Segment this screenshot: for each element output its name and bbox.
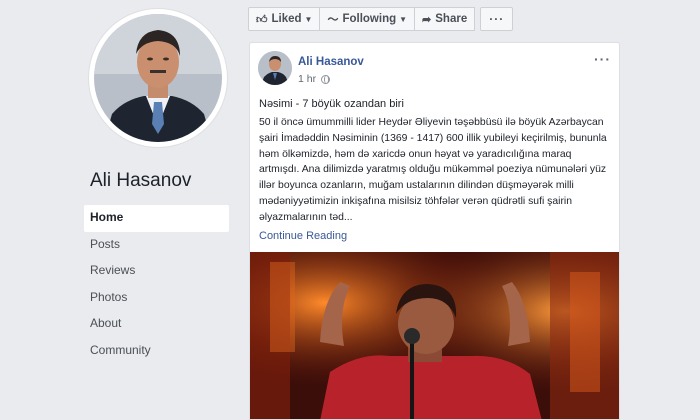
post-image[interactable] (250, 252, 619, 419)
rss-icon: 〜 (327, 14, 339, 26)
liked-button[interactable]: 👍︎ Liked ▼ (248, 7, 321, 31)
page-action-toolbar: 👍︎ Liked ▼ 〜 Following ▼ ➦ Share ··· (248, 7, 514, 31)
post-author-avatar[interactable] (258, 51, 292, 85)
post-card: Ali Hasanov 1 hr ··· Nəsimi - 7 böyük oz… (249, 42, 620, 420)
post-body-text: 50 il öncə ümummilli lider Heydər Əliyev… (259, 117, 607, 223)
nav-item-community[interactable]: Community (84, 338, 229, 365)
page-navigation: Home Posts Reviews Photos About Communit… (84, 205, 229, 364)
left-column: Ali Hasanov Home Posts Reviews Photos Ab… (0, 0, 238, 420)
post-time-text: 1 hr (298, 73, 317, 85)
share-button[interactable]: ➦ Share (414, 7, 476, 31)
chevron-down-icon: ▼ (304, 14, 313, 24)
continue-reading-link[interactable]: Continue Reading (259, 230, 347, 242)
nav-item-reviews[interactable]: Reviews (84, 258, 229, 285)
nav-item-home[interactable]: Home (84, 205, 229, 232)
share-arrow-icon: ➦ (422, 13, 432, 26)
post-author-name[interactable]: Ali Hasanov (298, 56, 364, 68)
post-timestamp[interactable]: 1 hr (298, 73, 331, 85)
profile-picture[interactable] (94, 14, 222, 142)
globe-icon (321, 74, 331, 84)
nav-item-photos[interactable]: Photos (84, 285, 229, 312)
share-label: Share (435, 13, 468, 25)
more-options-button[interactable]: ··· (480, 7, 514, 31)
liked-label: Liked (271, 13, 302, 25)
post-title: Nəsimi - 7 böyük ozandan biri (259, 98, 404, 110)
post-options-button[interactable]: ··· (594, 51, 611, 67)
chevron-down-icon: ▼ (399, 14, 408, 24)
following-label: Following (342, 13, 397, 25)
profile-name[interactable]: Ali Hasanov (90, 170, 191, 192)
thumbs-up-icon: 👍︎ (256, 13, 268, 26)
following-button[interactable]: 〜 Following ▼ (319, 7, 416, 31)
nav-item-posts[interactable]: Posts (84, 232, 229, 259)
nav-item-about[interactable]: About (84, 311, 229, 338)
profile-picture-frame[interactable] (88, 8, 228, 148)
